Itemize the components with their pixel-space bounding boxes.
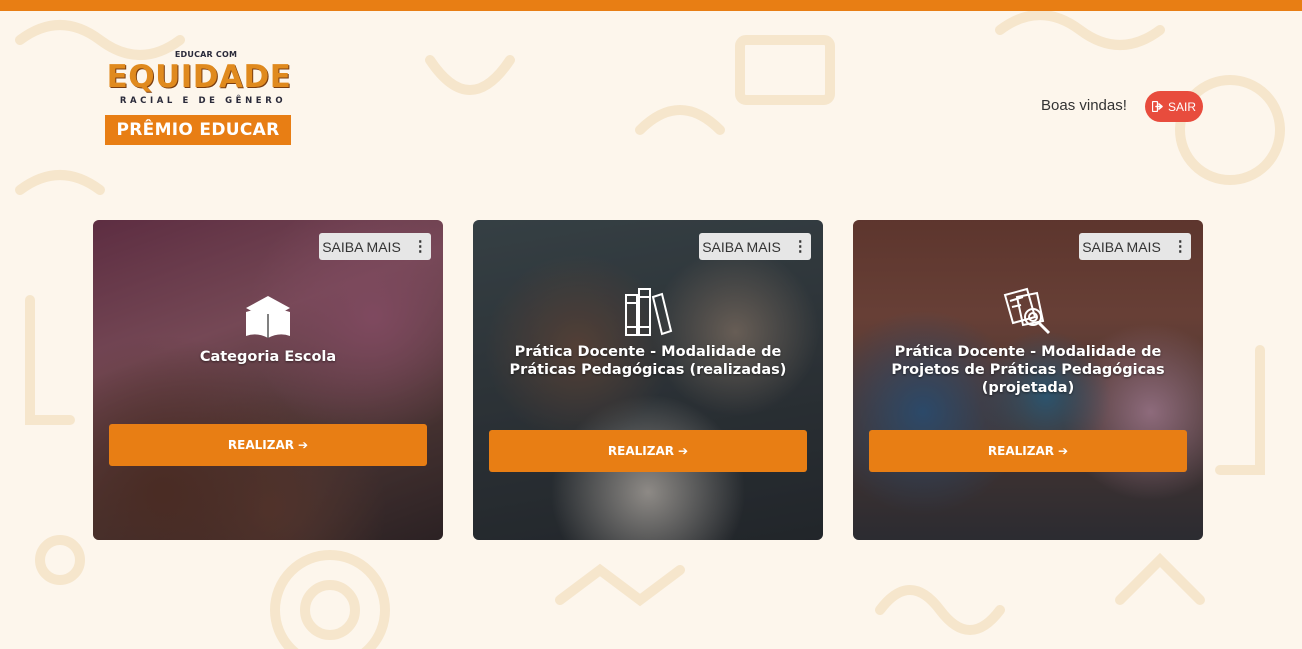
realizar-button[interactable]: REALIZAR ➔ <box>869 430 1187 472</box>
saiba-mais-button[interactable]: SAIBA MAIS ⋮ <box>699 233 811 260</box>
document-search-icon <box>1003 287 1051 335</box>
saiba-mais-button[interactable]: SAIBA MAIS ⋮ <box>319 233 431 260</box>
books-icon <box>625 288 673 336</box>
realizar-button[interactable]: REALIZAR ➔ <box>489 430 807 472</box>
logo-title: EQUIDADE <box>106 59 292 95</box>
top-accent-bar <box>0 0 1302 11</box>
logo-pre-title: EDUCAR COM <box>174 50 238 59</box>
sign-out-icon <box>1151 101 1163 112</box>
realizar-label: REALIZAR <box>987 444 1054 458</box>
open-book-icon <box>246 296 290 338</box>
logo-subtitle: RACIAL E DE GÊNERO <box>119 96 287 106</box>
arrow-right-icon: ➔ <box>298 438 309 452</box>
card-praticas-realizadas: SAIBA MAIS ⋮ Prática Docente - Modalidad… <box>473 220 823 540</box>
saiba-mais-label: SAIBA MAIS <box>702 238 781 255</box>
card-projetos-projetada: SAIBA MAIS ⋮ Prática Docente - Modalidad… <box>853 220 1203 540</box>
realizar-label: REALIZAR <box>227 438 294 452</box>
more-options-icon: ⋮ <box>792 237 808 255</box>
card-title: Prática Docente - Modalidade de Práticas… <box>509 344 787 378</box>
saiba-mais-label: SAIBA MAIS <box>1082 238 1161 255</box>
arrow-right-icon: ➔ <box>1058 444 1069 458</box>
logo[interactable]: EDUCAR COM EQUIDADE RACIAL E DE GÊNERO P… <box>105 50 293 162</box>
saiba-mais-button[interactable]: SAIBA MAIS ⋮ <box>1079 233 1191 260</box>
more-options-icon: ⋮ <box>1172 237 1188 255</box>
realizar-label: REALIZAR <box>607 444 674 458</box>
realizar-button[interactable]: REALIZAR ➔ <box>109 424 427 466</box>
card-categoria-escola: SAIBA MAIS ⋮ Categoria Escola REALIZAR ➔ <box>93 220 443 540</box>
card-title: Categoria Escola <box>199 349 337 365</box>
more-options-icon: ⋮ <box>412 237 428 255</box>
logo-badge: PRÊMIO EDUCAR <box>105 115 291 145</box>
saiba-mais-label: SAIBA MAIS <box>322 238 401 255</box>
logout-button[interactable]: SAIR <box>1145 91 1203 122</box>
card-title: Prática Docente - Modalidade de Projetos… <box>891 344 1165 396</box>
arrow-right-icon: ➔ <box>678 444 689 458</box>
logout-label: SAIR <box>1167 99 1196 114</box>
welcome-text: Boas vindas! <box>1041 97 1127 114</box>
